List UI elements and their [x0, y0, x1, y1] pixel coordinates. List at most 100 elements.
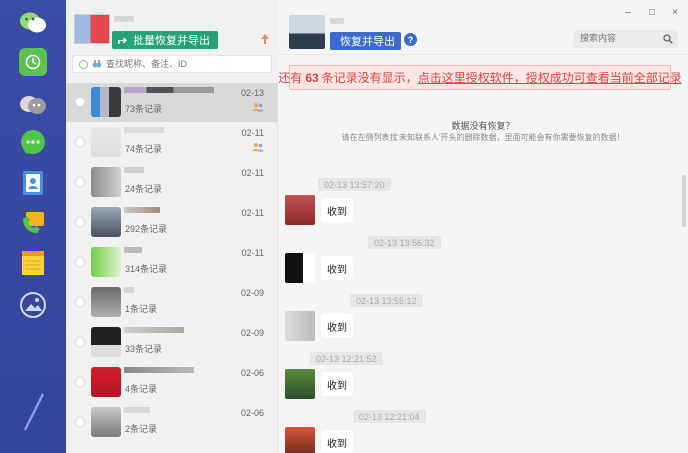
contact-date: 02-11	[241, 208, 264, 218]
contact-name	[124, 127, 164, 133]
minimize-button[interactable]: –	[622, 7, 634, 18]
message-timestamp: 02-13 12:21:52	[310, 352, 383, 365]
contact-avatar	[91, 287, 121, 317]
sender-avatar	[285, 253, 315, 283]
help-icon[interactable]: ?	[404, 33, 417, 46]
search-icon[interactable]	[663, 34, 673, 44]
tip-title: 数据没有恢复？	[451, 121, 515, 131]
restore-export-label: 恢复并导出	[340, 36, 395, 48]
contact-select-radio[interactable]	[75, 297, 85, 307]
message-bubble: 收到	[321, 372, 353, 396]
contact-row[interactable]: 4条记录 02-06	[66, 363, 278, 402]
contact-select-radio[interactable]	[75, 337, 85, 347]
contact-date: 02-06	[240, 408, 264, 418]
contact-select-radio[interactable]	[75, 377, 85, 387]
contact-avatar	[91, 207, 121, 237]
export-icon	[117, 37, 128, 44]
sender-avatar	[285, 195, 315, 225]
contact-select-radio[interactable]	[75, 217, 85, 227]
contact-avatar	[91, 127, 121, 157]
restore-export-button[interactable]: 恢复并导出	[330, 32, 401, 50]
contact-select-radio[interactable]	[75, 417, 85, 427]
contact-date: 02-09	[240, 288, 264, 298]
contact-row[interactable]: 292条记录 02-11	[66, 203, 278, 242]
contact-row[interactable]: 24条记录 02-11	[66, 163, 278, 202]
account-name	[114, 16, 134, 22]
contact-select-radio[interactable]	[75, 97, 85, 107]
contact-name	[124, 207, 160, 213]
record-count: 73条记录	[125, 104, 163, 114]
select-all-radio[interactable]	[79, 59, 88, 69]
contact-date: 02-11	[241, 168, 264, 178]
binoculars-icon	[92, 60, 102, 68]
chat-panel: 恢复并导出 ? – □ × 还有 63 条记录没有显示， 点击这里授权软件，授权…	[278, 0, 688, 453]
restore-icon[interactable]	[19, 48, 47, 76]
contact-select-radio[interactable]	[75, 257, 85, 267]
record-count: 1条记录	[125, 304, 158, 314]
contact-row[interactable]: 1条记录 02-09	[66, 283, 278, 322]
contact-row[interactable]: 33条记录 02-09	[66, 323, 278, 362]
hidden-record-count: 63	[305, 70, 319, 85]
contact-date: 02-11	[241, 128, 264, 138]
contact-avatar	[91, 407, 121, 437]
qq-icon[interactable]	[18, 90, 48, 120]
group-chat-icon	[252, 143, 264, 152]
wechat-icon[interactable]	[18, 8, 48, 38]
contact-date: 02-13	[240, 88, 264, 98]
contact-select-radio[interactable]	[75, 137, 85, 147]
record-count: 2条记录	[125, 424, 158, 434]
contact-row[interactable]: 314条记录 02-11	[66, 243, 278, 282]
contacts-icon[interactable]	[18, 168, 48, 198]
chat-search-box[interactable]	[574, 30, 678, 48]
contact-date: 02-06	[240, 368, 264, 378]
contact-date: 02-09	[240, 328, 264, 338]
record-count: 33条记录	[125, 344, 163, 354]
notes-icon[interactable]	[18, 248, 48, 278]
chat-avatar	[289, 15, 325, 49]
contact-date: 02-11	[241, 248, 264, 258]
record-count: 74条记录	[125, 144, 163, 154]
chat-scrollbar[interactable]	[682, 175, 686, 227]
notice-prefix: 还有	[278, 71, 303, 85]
contact-name	[124, 407, 150, 413]
contact-name	[124, 87, 214, 93]
left-icon-rail	[0, 0, 66, 453]
message-bubble: 收到	[321, 256, 353, 280]
contact-avatar	[91, 327, 121, 357]
tip-body: 请在左侧列表找'未知联系人'开头的删除数据，里面可能会有你需要恢复的数据！	[341, 133, 625, 142]
app-window: 批量恢复并导出 73条记录02-1374条记录02-1124条记录02-1129…	[0, 0, 688, 453]
contact-search-input[interactable]	[106, 59, 256, 69]
sender-avatar	[285, 427, 315, 453]
account-avatar[interactable]	[74, 14, 110, 44]
batch-restore-export-button[interactable]: 批量恢复并导出	[112, 31, 218, 49]
contact-name	[124, 327, 184, 333]
chat-header: 恢复并导出 ? – □ ×	[278, 0, 688, 55]
callrecord-icon[interactable]	[18, 208, 48, 238]
pin-icon[interactable]	[259, 33, 271, 45]
maximize-button[interactable]: □	[646, 7, 658, 18]
record-count: 314条记录	[125, 264, 168, 274]
record-count: 24条记录	[125, 184, 163, 194]
contact-row[interactable]: 73条记录 02-13	[66, 83, 278, 122]
authorize-link[interactable]: 点击这里授权软件，授权成功可查看当前全部记录	[418, 69, 682, 86]
message-bubble: 收到	[321, 198, 353, 222]
chat-search-input[interactable]	[580, 33, 660, 43]
contact-search-box[interactable]	[72, 55, 272, 73]
contacts-header: 批量恢复并导出	[66, 0, 278, 82]
contacts-panel: 批量恢复并导出 73条记录02-1374条记录02-1124条记录02-1129…	[66, 0, 343, 453]
message-bubble: 收到	[321, 430, 353, 453]
record-count: 292条记录	[125, 224, 168, 234]
contact-avatar	[91, 367, 121, 397]
message-timestamp: 02-13 13:57:20	[318, 178, 391, 191]
close-button[interactable]: ×	[669, 7, 681, 18]
batch-restore-export-label: 批量恢复并导出	[133, 35, 210, 47]
message-icon[interactable]	[18, 128, 48, 158]
contact-row[interactable]: 74条记录 02-11	[66, 123, 278, 162]
photos-icon[interactable]	[18, 290, 48, 320]
contact-avatar	[91, 247, 121, 277]
contact-avatar	[91, 167, 121, 197]
contact-row[interactable]: 2条记录 02-06	[66, 403, 278, 442]
authorization-notice: 还有 63 条记录没有显示， 点击这里授权软件，授权成功可查看当前全部记录	[278, 65, 682, 90]
pen-icon[interactable]	[18, 392, 48, 432]
contact-select-radio[interactable]	[75, 177, 85, 187]
